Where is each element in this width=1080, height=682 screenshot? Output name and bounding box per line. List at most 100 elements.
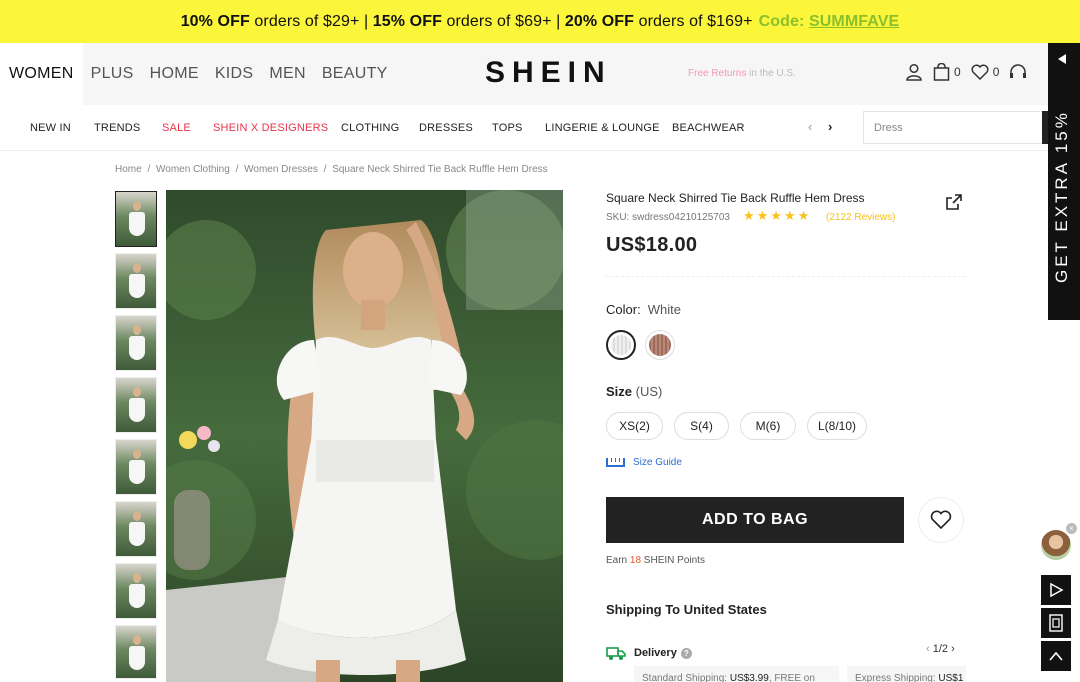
divider	[606, 276, 966, 277]
pager-prev-icon[interactable]: ‹	[926, 643, 930, 655]
main-product-image[interactable]	[166, 190, 563, 682]
size-options: XS(2) S(4) M(6) L(8/10)	[606, 412, 867, 440]
earn-pre: Earn	[606, 555, 630, 566]
back-to-top-button[interactable]	[1041, 641, 1071, 671]
category-home[interactable]: HOME	[142, 43, 207, 105]
category-men[interactable]: MEN	[261, 43, 313, 105]
subnav-sale[interactable]: SALE	[162, 122, 191, 134]
earn-points: Earn 18 SHEIN Points	[606, 555, 705, 566]
delivery-row: Delivery ?	[606, 645, 692, 661]
subnav-clothing[interactable]: CLOTHING	[341, 122, 399, 134]
subnav-next-icon[interactable]: ›	[828, 119, 832, 134]
promo-tier-1-off: 10% OFF	[180, 12, 250, 30]
free-returns-highlight: Free Returns	[688, 68, 747, 79]
shipping-pager: ‹ 1/2 ›	[926, 643, 955, 655]
product-thumbnail[interactable]	[115, 191, 157, 247]
share-icon[interactable]	[946, 194, 962, 215]
subnav-tops[interactable]: TOPS	[492, 122, 523, 134]
bag-button[interactable]: 0	[933, 63, 961, 81]
app-download-button[interactable]	[1041, 608, 1071, 638]
shein-logo[interactable]: SHEIN	[485, 56, 612, 90]
product-thumbnail[interactable]	[115, 625, 157, 679]
product-thumbnail[interactable]	[115, 377, 157, 433]
color-value: White	[647, 302, 681, 317]
color-swatch-white[interactable]	[606, 330, 636, 360]
subnav-new-in[interactable]: NEW IN	[30, 122, 71, 134]
category-nav: WOMEN PLUS HOME KIDS MEN BEAUTY	[0, 43, 396, 105]
breadcrumb-sep: /	[323, 164, 327, 175]
category-plus[interactable]: PLUS	[83, 43, 142, 105]
thumbnail-list	[115, 191, 157, 679]
header-icons: 0 0	[905, 63, 1033, 81]
heart-icon	[971, 64, 989, 80]
product-title: Square Neck Shirred Tie Back Ruffle Hem …	[606, 191, 865, 205]
add-to-wishlist-button[interactable]	[918, 497, 964, 543]
promo-tier-2-text: orders of $69+ |	[441, 12, 565, 30]
wish-count: 0	[992, 65, 1000, 79]
size-option-l[interactable]: L(8/10)	[807, 412, 867, 440]
color-swatch-mauve[interactable]	[645, 330, 675, 360]
product-sku: SKU: swdress04210125703	[606, 212, 730, 223]
size-option-m[interactable]: M(6)	[740, 412, 796, 440]
shipping-value: US$1	[938, 673, 964, 682]
breadcrumb-women-clothing[interactable]: Women Clothing	[156, 164, 230, 175]
breadcrumb-home[interactable]: Home	[115, 164, 142, 175]
product-thumbnail[interactable]	[115, 253, 157, 309]
subnav-lingerie-lounge[interactable]: LINGERIE & LOUNGE	[545, 122, 660, 134]
shipping-extra: , FREE on	[768, 673, 815, 682]
category-beauty[interactable]: BEAUTY	[314, 43, 396, 105]
size-option-xs[interactable]: XS(2)	[606, 412, 663, 440]
ruler-icon	[606, 458, 625, 467]
earn-points-number: 18	[629, 555, 642, 566]
support-icon[interactable]	[1009, 63, 1027, 81]
color-label: Color: White	[606, 302, 681, 317]
help-icon[interactable]: ?	[680, 647, 692, 659]
shipping-label: Standard Shipping:	[642, 673, 730, 682]
chevron-up-icon	[1049, 651, 1063, 661]
heart-icon	[930, 510, 952, 530]
add-to-bag-button[interactable]: ADD TO BAG	[606, 497, 904, 543]
express-shipping-card[interactable]: Express Shipping: US$1	[847, 666, 966, 682]
category-women[interactable]: WOMEN	[0, 43, 83, 105]
subnav-shein-x-designers[interactable]: SHEIN X DESIGNERS	[213, 122, 328, 134]
reviews-link[interactable]: (2122 Reviews)	[826, 212, 895, 223]
shipping-heading: Shipping To United States	[606, 602, 767, 617]
truck-icon	[606, 647, 626, 660]
main-header: WOMEN PLUS HOME KIDS MEN BEAUTY SHEIN Fr…	[0, 43, 1048, 105]
category-kids[interactable]: KIDS	[207, 43, 262, 105]
breadcrumb: Home / Women Clothing / Women Dresses / …	[115, 164, 551, 175]
shipping-value: US$3.99	[729, 673, 769, 682]
promo-banner[interactable]: 10% OFF orders of $29+ | 15% OFF orders …	[0, 0, 1080, 43]
standard-shipping-card[interactable]: Standard Shipping: US$3.99, FREE on	[634, 666, 839, 682]
get-extra-banner[interactable]: GET EXTRA 15%	[1048, 43, 1080, 320]
breadcrumb-women-dresses[interactable]: Women Dresses	[244, 164, 318, 175]
promo-tier-2-off: 15% OFF	[372, 12, 442, 30]
play-icon	[1050, 582, 1064, 598]
delivery-label: Delivery	[634, 647, 677, 659]
close-icon[interactable]: ×	[1066, 523, 1077, 534]
breadcrumb-current: Square Neck Shirred Tie Back Ruffle Hem …	[332, 164, 548, 175]
subnav-trends[interactable]: TRENDS	[94, 122, 140, 134]
size-option-s[interactable]: S(4)	[674, 412, 729, 440]
product-thumbnail[interactable]	[115, 439, 157, 495]
free-returns-rest: in the U.S.	[746, 68, 796, 79]
video-play-button[interactable]	[1041, 575, 1071, 605]
promo-tier-3-text: orders of $169+	[634, 12, 753, 30]
size-guide-link[interactable]: Size Guide	[606, 457, 682, 468]
subnav-beachwear[interactable]: BEACHWEAR	[672, 122, 745, 134]
search-input[interactable]: Dress	[863, 111, 1048, 144]
live-avatar[interactable]	[1041, 530, 1071, 560]
promo-code-value[interactable]: SUMMFAVE	[809, 13, 899, 31]
product-price: US$18.00	[606, 234, 698, 256]
product-thumbnail[interactable]	[115, 315, 157, 371]
wishlist-button[interactable]: 0	[971, 64, 1000, 80]
subnav-dresses[interactable]: DRESSES	[419, 122, 473, 134]
promo-code-label: Code:	[758, 12, 809, 30]
size-label-text: Size	[606, 384, 633, 399]
pager-next-icon[interactable]: ›	[951, 643, 955, 655]
product-thumbnail[interactable]	[115, 501, 157, 557]
subnav-prev-icon[interactable]: ‹	[808, 119, 812, 134]
product-thumbnail[interactable]	[115, 563, 157, 619]
account-icon[interactable]	[905, 63, 923, 81]
free-returns-notice[interactable]: Free Returns in the U.S.	[688, 68, 796, 79]
